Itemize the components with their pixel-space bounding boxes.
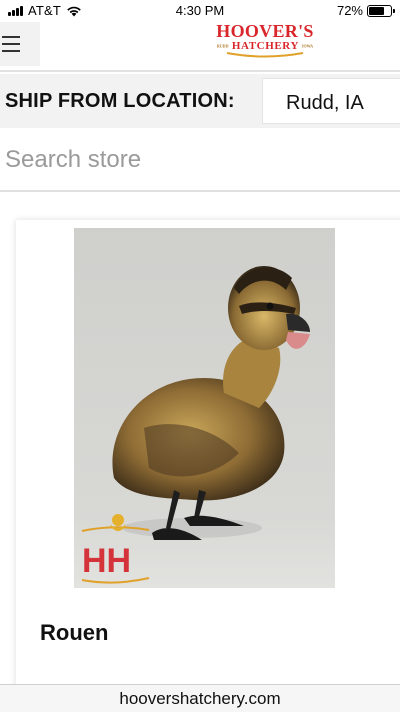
- status-bar: AT&T 4:30 PM 72%: [0, 0, 400, 22]
- logo-main-text: HOOVER'S: [216, 21, 314, 41]
- battery-icon: [367, 4, 395, 17]
- hamburger-icon-line: [2, 50, 20, 52]
- menu-button[interactable]: [0, 22, 40, 66]
- logo-swoosh-icon: [226, 52, 304, 58]
- ship-location-select[interactable]: Rudd, IA: [262, 78, 400, 124]
- logo-sub-text: RUDD HATCHERY IOWA: [216, 40, 314, 52]
- hamburger-icon-line: [2, 43, 20, 45]
- battery-fill: [369, 6, 385, 15]
- product-image[interactable]: HH: [74, 228, 335, 588]
- hoovers-hatchery-logo[interactable]: HOOVER'S RUDD HATCHERY IOWA: [215, 22, 315, 60]
- status-right: 72%: [336, 3, 395, 18]
- product-list: HH Rouen: [0, 194, 400, 700]
- search-bar[interactable]: Search store: [0, 130, 400, 192]
- duckling-image: HH: [74, 228, 335, 588]
- app-page: AT&T 4:30 PM 72% HOOVER'S RUDD HATCHERY …: [0, 0, 400, 712]
- product-card[interactable]: HH Rouen: [16, 220, 400, 700]
- ship-from-bar: SHIP FROM LOCATION: Rudd, IA: [0, 74, 400, 128]
- hh-watermark: HH: [82, 542, 131, 580]
- hamburger-icon-line: [2, 36, 20, 38]
- product-name[interactable]: Rouen: [40, 620, 108, 646]
- browser-url-bar[interactable]: hoovershatchery.com: [0, 684, 400, 712]
- site-header: HOOVER'S RUDD HATCHERY IOWA: [0, 22, 400, 72]
- search-input[interactable]: Search store: [5, 146, 141, 174]
- ship-from-label: SHIP FROM LOCATION:: [5, 90, 235, 112]
- battery-percent: 72%: [336, 3, 363, 18]
